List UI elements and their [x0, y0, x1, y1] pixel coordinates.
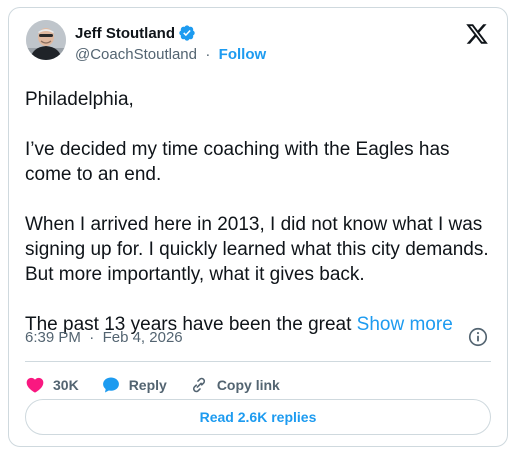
x-logo-icon[interactable] — [465, 22, 489, 46]
reply-button[interactable]: Reply — [101, 375, 167, 395]
info-icon[interactable] — [467, 326, 489, 348]
heart-icon — [26, 377, 44, 393]
read-replies-button[interactable]: Read 2.6K replies — [25, 399, 491, 435]
tweet-time: 6:39 PM — [25, 329, 81, 346]
avatar[interactable] — [26, 20, 66, 60]
reply-label: Reply — [128, 377, 167, 393]
author-handle[interactable]: @CoachStoutland — [75, 46, 197, 63]
tweet-body: Philadelphia, I’ve decided my time coach… — [25, 87, 495, 337]
tweet-paragraph: I’ve decided my time coaching with the E… — [25, 139, 450, 185]
like-button[interactable]: 30K — [25, 375, 79, 395]
author-name-row: Jeff Stoutland — [75, 24, 196, 42]
tweet-paragraph: Philadelphia, — [25, 89, 134, 110]
copy-link-button[interactable]: Copy link — [189, 375, 280, 395]
speech-bubble-icon — [102, 377, 119, 393]
tweet-paragraph: When I arrived here in 2013, I did not k… — [25, 214, 489, 285]
verified-badge-icon — [178, 24, 196, 42]
show-more-link[interactable]: Show more — [357, 314, 453, 335]
author-handle-row: @CoachStoutland · Follow — [75, 46, 266, 63]
tweet-date: Feb 4, 2026 — [102, 329, 183, 346]
action-bar: 30K Reply Copy link — [25, 370, 302, 400]
tweet-timestamp[interactable]: 6:39 PM · Feb 4, 2026 — [25, 329, 183, 346]
author-name[interactable]: Jeff Stoutland — [75, 25, 175, 42]
divider — [25, 361, 491, 362]
follow-button[interactable]: Follow — [219, 46, 267, 63]
handle-separator: · — [201, 46, 215, 63]
read-replies-label: Read 2.6K replies — [199, 409, 317, 425]
tweet-card: Jeff Stoutland @CoachStoutland · Follow … — [8, 7, 508, 447]
copy-link-label: Copy link — [216, 377, 280, 393]
timestamp-separator: · — [85, 329, 99, 346]
link-icon — [192, 377, 205, 393]
like-count: 30K — [53, 377, 79, 393]
